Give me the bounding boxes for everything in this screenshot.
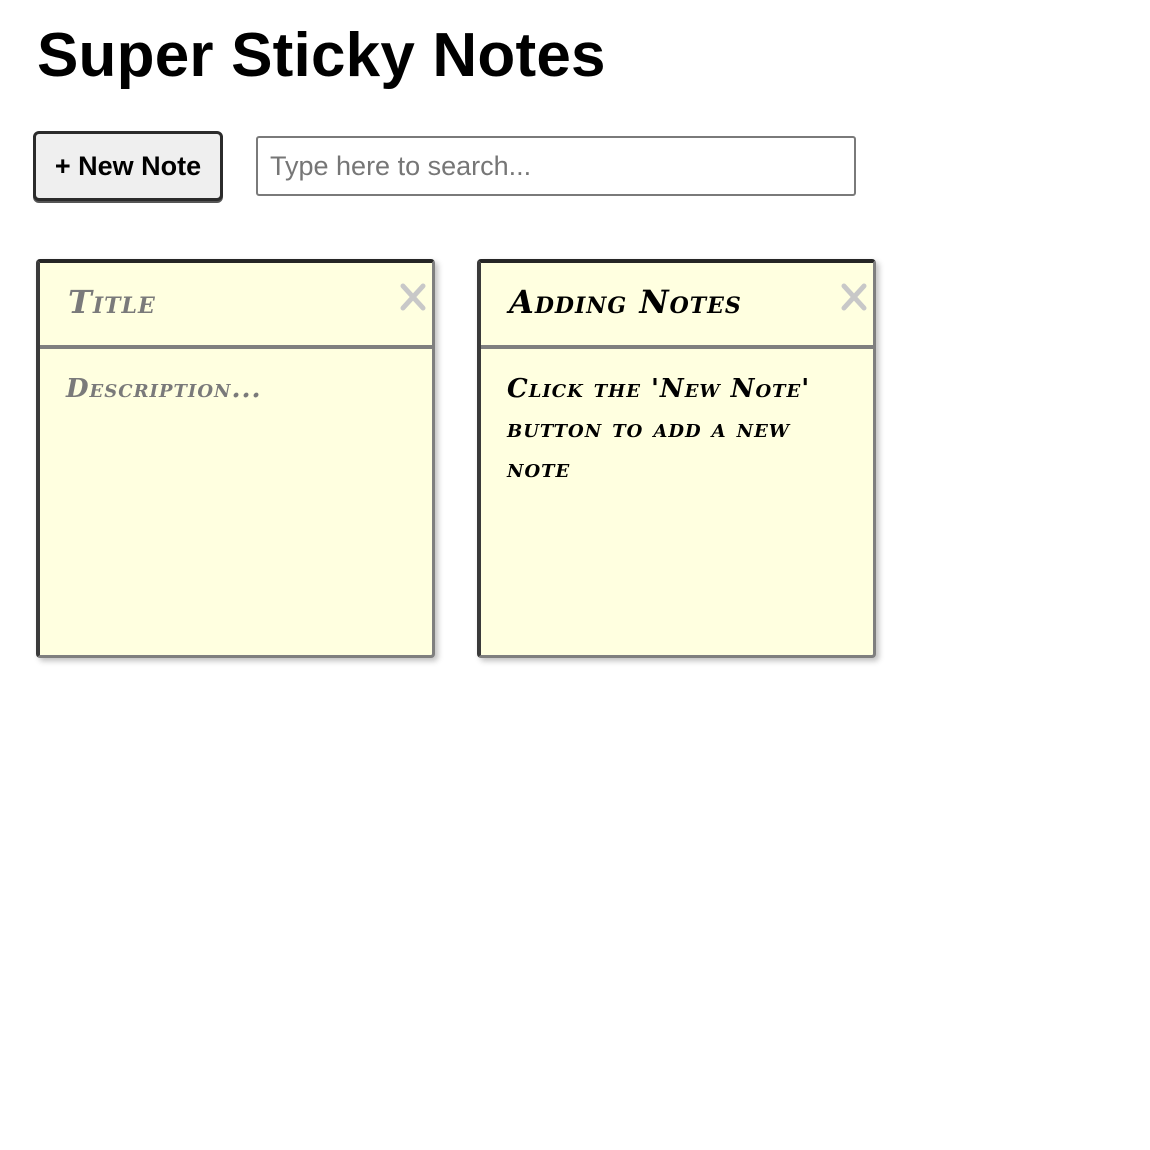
note-header: Adding Notes xyxy=(481,263,873,349)
note-title-field[interactable]: Title xyxy=(68,283,156,321)
close-icon[interactable] xyxy=(839,277,869,317)
note-description-field[interactable]: Click the 'New Note' button to add a new… xyxy=(507,369,833,489)
search-input[interactable] xyxy=(256,136,856,196)
note-header: Title xyxy=(40,263,432,349)
note-card: Adding Notes Click the 'New Note' button… xyxy=(477,259,876,658)
note-title-field[interactable]: Adding Notes xyxy=(509,283,742,321)
new-note-button[interactable]: + New Note xyxy=(33,131,223,201)
close-icon[interactable] xyxy=(398,277,428,317)
note-card: Title Description... xyxy=(36,259,435,658)
note-description-field[interactable]: Description... xyxy=(66,369,392,409)
page-title: Super Sticky Notes xyxy=(37,21,606,90)
